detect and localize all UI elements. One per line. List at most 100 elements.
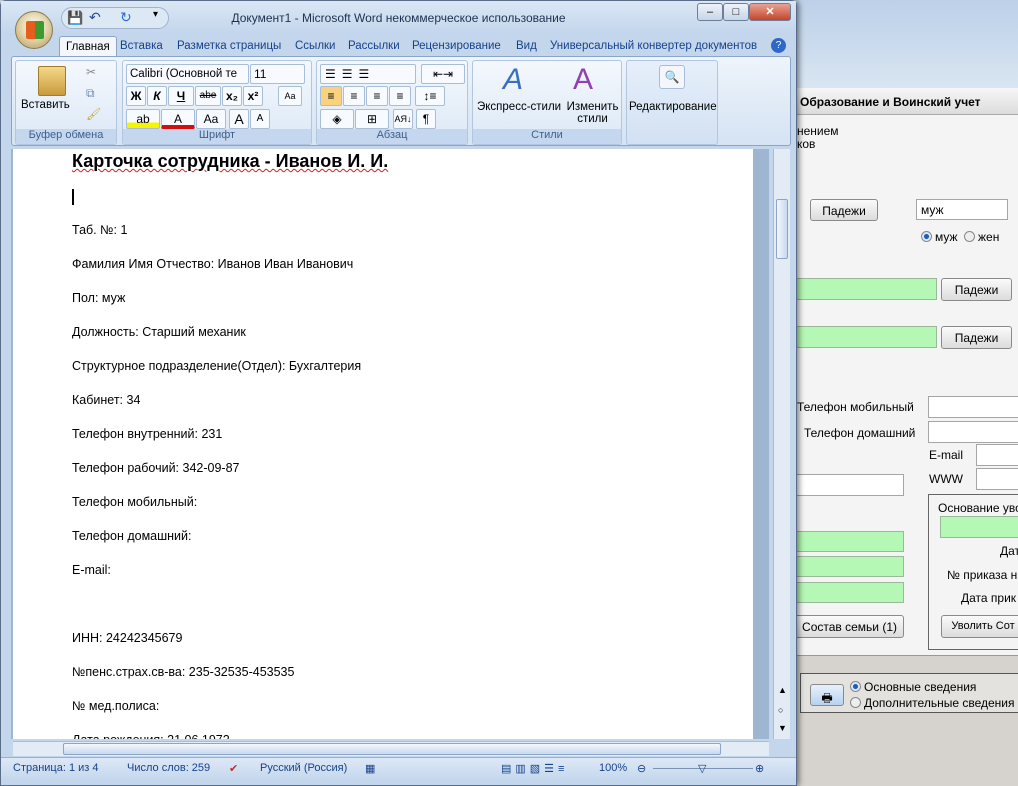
clear-formatting-icon[interactable]: Aa [278, 86, 302, 106]
view-main-radio[interactable]: Основные сведения [850, 680, 976, 694]
maximize-button[interactable]: □ [723, 3, 749, 21]
change-styles-button[interactable]: Изменить стили [565, 101, 620, 125]
family-button[interactable]: Состав семьи (1) [790, 615, 904, 638]
page-count[interactable]: Страница: 1 из 4 [13, 762, 99, 774]
zoom-slider-thumb[interactable]: ▽ [698, 762, 706, 775]
tab-mailings[interactable]: Рассылки [342, 36, 406, 57]
scrollbar-thumb[interactable] [63, 743, 721, 755]
browse-object-icon[interactable]: ○ [778, 705, 783, 715]
undo-icon[interactable]: ↶ [89, 9, 101, 26]
cases-button[interactable]: Падежи [941, 326, 1012, 349]
font-name-select[interactable]: Calibri (Основной те [126, 64, 249, 84]
superscript-button[interactable]: x² [243, 86, 263, 106]
cut-icon[interactable]: ✂ [86, 65, 96, 79]
borders-icon[interactable]: ⊞ [355, 109, 389, 129]
shrink-font-button[interactable]: A [250, 109, 270, 129]
phone-home-input[interactable] [928, 421, 1018, 443]
dismiss-employee-button[interactable]: Уволить Сот [941, 615, 1018, 638]
gender-radio-male[interactable]: муж [921, 230, 958, 244]
highlight-icon[interactable]: ab [126, 109, 160, 129]
bold-button[interactable]: Ж [126, 86, 146, 106]
minimize-button[interactable]: – [697, 3, 723, 21]
show-marks-button[interactable]: ¶ [416, 109, 436, 129]
field[interactable] [790, 582, 904, 603]
grow-font-button[interactable]: A [229, 109, 249, 129]
tab-insert[interactable]: Вставка [114, 36, 169, 57]
tab-home[interactable]: Главная [59, 36, 117, 57]
prev-page-icon[interactable]: ▲ [778, 685, 787, 695]
paste-button[interactable]: Вставить [21, 99, 70, 111]
tab-education-military[interactable]: Образование и Воинский учет [780, 88, 1018, 115]
print-button[interactable]: 🖶 [810, 684, 844, 706]
cases-button[interactable]: Падежи [810, 199, 878, 221]
vertical-scrollbar[interactable]: ▲ ○ ▼ [773, 149, 790, 739]
close-button[interactable]: ✕ [749, 3, 791, 21]
zoom-out-icon[interactable]: ⊖ [637, 762, 646, 775]
tab-review[interactable]: Рецензирование [406, 36, 507, 57]
change-styles-icon[interactable]: A [573, 63, 593, 97]
spelling-icon[interactable]: ✔ [229, 762, 238, 775]
copy-icon[interactable]: ⧉ [86, 86, 95, 101]
dismiss-basis-field[interactable] [940, 516, 1018, 538]
next-page-icon[interactable]: ▼ [778, 723, 787, 733]
email-input[interactable] [976, 444, 1018, 466]
gender-radio-female[interactable]: жен [964, 230, 999, 244]
tab-page-layout[interactable]: Разметка страницы [171, 36, 287, 57]
indent-buttons[interactable]: ⇤⇥ [421, 64, 465, 84]
align-center-icon[interactable]: ≡ [343, 86, 365, 106]
name-field[interactable] [790, 278, 937, 300]
italic-button[interactable]: К [147, 86, 167, 106]
field[interactable] [790, 531, 904, 552]
save-icon[interactable]: 💾 [67, 10, 83, 26]
underline-button[interactable]: Ч [168, 86, 194, 106]
binoculars-icon[interactable]: 🔍 [659, 65, 685, 89]
zoom-level[interactable]: 100% [599, 762, 627, 774]
quick-styles-button[interactable]: Экспресс-стили [477, 101, 561, 113]
list-buttons[interactable]: ☰☰☰ [320, 64, 416, 84]
horizontal-scrollbar[interactable] [13, 741, 769, 756]
subscript-button[interactable]: x₂ [222, 86, 242, 106]
cases-button[interactable]: Падежи [941, 278, 1012, 301]
document-line: № мед.полиса: [72, 699, 160, 713]
shading-icon[interactable]: ◈ [320, 109, 354, 129]
word-count[interactable]: Число слов: 259 [127, 762, 210, 774]
tab-converter[interactable]: Универсальный конвертер документов [544, 36, 763, 57]
editing-button[interactable]: Редактирование [629, 101, 717, 113]
position-field[interactable] [790, 326, 937, 348]
align-left-icon[interactable]: ≡ [320, 86, 342, 106]
font-color-icon[interactable]: A [161, 109, 195, 129]
tab-references[interactable]: Ссылки [289, 36, 342, 57]
format-painter-icon[interactable]: 🖌 [86, 107, 101, 121]
paragraph-group-label: Абзац [317, 129, 467, 144]
line-spacing-icon[interactable]: ↕≡ [415, 86, 445, 106]
language[interactable]: Русский (Россия) [260, 762, 347, 774]
help-icon[interactable]: ? [771, 38, 786, 53]
customize-toolbar-icon[interactable]: ▾ [153, 9, 158, 20]
view-buttons[interactable]: ▤▥▧☰≡ [501, 762, 568, 775]
redo-icon[interactable]: ↻ [120, 9, 132, 26]
sort-icon[interactable]: АЯ↓ [393, 109, 413, 129]
font-size-select[interactable]: 11 [250, 64, 305, 84]
quick-styles-icon[interactable]: A [503, 63, 523, 97]
strikethrough-button[interactable]: abe [195, 86, 221, 106]
paste-icon[interactable] [38, 66, 66, 96]
change-case-button[interactable]: Aa [196, 109, 226, 129]
editing-group: 🔍 Редактирование [626, 60, 718, 145]
text-input[interactable] [790, 474, 904, 496]
dismissal-group: Основание уво Дат № приказа н Дата прик … [928, 494, 1018, 650]
view-extra-radio[interactable]: Дополнительные сведения [850, 696, 1014, 710]
gender-field[interactable]: муж [916, 199, 1008, 220]
office-button[interactable] [15, 11, 53, 49]
field[interactable] [790, 556, 904, 577]
scrollbar-thumb[interactable] [776, 199, 788, 259]
radio-icon [850, 697, 861, 708]
document-page[interactable]: Карточка сотрудника - Иванов И. И. Таб. … [13, 149, 753, 739]
align-right-icon[interactable]: ≡ [366, 86, 388, 106]
justify-icon[interactable]: ≡ [389, 86, 411, 106]
phone-mobile-input[interactable] [928, 396, 1018, 418]
zoom-in-icon[interactable]: ⊕ [755, 762, 764, 775]
order-no-label: № приказа н [947, 568, 1018, 582]
macro-icon[interactable]: ▦ [365, 762, 375, 775]
tab-view[interactable]: Вид [510, 36, 543, 57]
www-input[interactable] [976, 468, 1018, 490]
